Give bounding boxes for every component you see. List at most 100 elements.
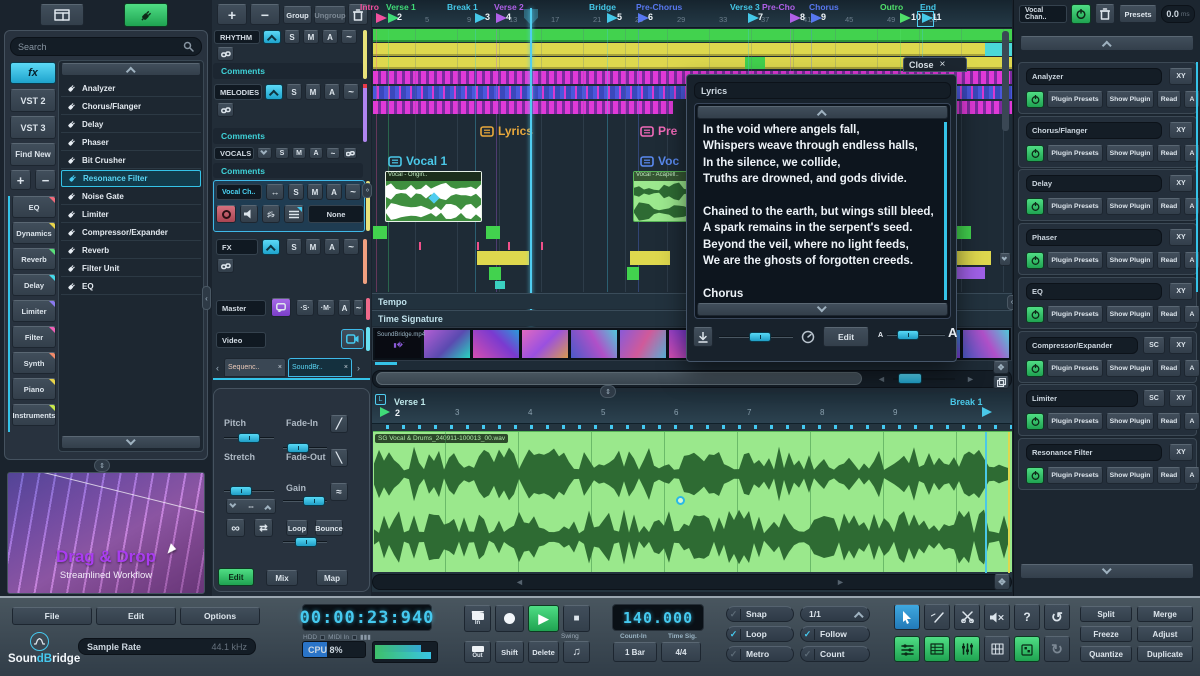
tab-vst2[interactable]: VST 2	[10, 89, 56, 112]
pitch-tools-vocal-ch[interactable]: ♯♭	[262, 205, 280, 223]
fx-name-field[interactable]: Analyzer	[1026, 68, 1162, 85]
lyrics-scroll-speed-slider[interactable]	[719, 332, 793, 342]
automation-master[interactable]: ~	[353, 300, 364, 316]
fx-power-button[interactable]	[1026, 360, 1044, 377]
xy-button[interactable]: XY	[1169, 122, 1193, 139]
merge-button[interactable]: Merge	[1137, 606, 1193, 622]
vocal-clip-selected[interactable]: Vocal - Origin..	[385, 171, 482, 222]
yellow-clip[interactable]	[630, 251, 670, 265]
xy-button[interactable]: XY	[1169, 175, 1193, 192]
collapse-fx-button[interactable]	[262, 239, 280, 255]
video-thumbnail[interactable]	[521, 329, 569, 359]
yellow-clip[interactable]	[957, 251, 991, 265]
vscroll-down-button[interactable]	[999, 253, 1011, 266]
lyrics-speed-icon[interactable]	[801, 330, 815, 344]
plugin-presets-button[interactable]: Plugin Presets	[1047, 91, 1103, 108]
fx-name-field[interactable]: Delay	[1026, 175, 1162, 192]
plugin-presets-button[interactable]: Plugin Presets	[1047, 252, 1103, 269]
video-thumbnail[interactable]	[472, 329, 520, 359]
comment-label-voc[interactable]: Voc	[640, 154, 679, 168]
clip-row-green[interactable]	[373, 29, 1012, 42]
track-name-fx[interactable]: FX	[216, 239, 258, 255]
tab-vst3[interactable]: VST 3	[10, 116, 56, 139]
category-reverb[interactable]: Reverb	[12, 248, 56, 270]
link-vocals[interactable]	[343, 148, 357, 159]
automation-a-button[interactable]: A	[1184, 306, 1200, 323]
lyrics-title-bar[interactable]: Lyrics	[694, 82, 951, 99]
remove-plugin-button[interactable]: −	[35, 170, 56, 190]
count-toggle[interactable]: ✓Count	[800, 646, 870, 662]
find-new-button[interactable]: Find New	[10, 143, 56, 166]
marker-flag[interactable]	[900, 13, 911, 23]
read-button[interactable]: Read	[1157, 252, 1181, 269]
plugin-presets-button[interactable]: Plugin Presets	[1047, 198, 1103, 215]
undo-button[interactable]: ↺	[1044, 604, 1070, 630]
automation-view-button[interactable]	[894, 636, 920, 662]
midi-clip[interactable]	[957, 226, 971, 239]
collapse-rhythm-button[interactable]	[263, 30, 281, 44]
count-in-value[interactable]: 1 Bar	[613, 642, 657, 662]
gain-slider[interactable]	[283, 537, 327, 547]
lyrics-scrollbar[interactable]	[944, 122, 947, 300]
tick-clip[interactable]	[541, 242, 543, 250]
zoom-slider-handle[interactable]	[898, 373, 922, 384]
mute-tool[interactable]	[984, 604, 1010, 630]
close-tab-icon[interactable]: ×	[344, 364, 348, 371]
record-button[interactable]	[495, 605, 524, 632]
strip-scroll-down[interactable]	[1020, 564, 1194, 579]
grid-select[interactable]: 1/1	[800, 606, 870, 622]
plugin-list-scroll-up[interactable]	[61, 63, 201, 76]
show-plugin-button[interactable]: Show Plugin	[1106, 360, 1154, 377]
arm-master[interactable]: A	[338, 300, 351, 316]
automation-fx[interactable]: ~	[343, 239, 359, 255]
record-arm-vocal-ch[interactable]	[216, 205, 236, 223]
fx-slot-compressor-expander[interactable]: Compressor/Expander SC XY Plugin Presets…	[1018, 331, 1197, 383]
wave-pan-button[interactable]: ✥	[994, 574, 1010, 590]
shuffle-button[interactable]: ⇄	[254, 519, 273, 537]
file-menu[interactable]: File	[12, 607, 92, 625]
bounce-button[interactable]: Bounce	[315, 520, 343, 536]
solo-vocals[interactable]: S	[275, 148, 289, 159]
show-plugin-button[interactable]: Show Plugin	[1106, 198, 1154, 215]
automation-rhythm[interactable]: ~	[341, 30, 357, 44]
video-toggle-button[interactable]	[341, 329, 364, 349]
video-thumbnail[interactable]	[619, 329, 667, 359]
plugin-item-resonance-filter[interactable]: Resonance Filter	[61, 170, 201, 187]
stop-button[interactable]: ■	[563, 605, 590, 632]
arm-melodies[interactable]: A	[324, 84, 340, 100]
fx-name-field[interactable]: EQ	[1026, 283, 1162, 300]
fx-power-button[interactable]	[1026, 91, 1044, 108]
read-button[interactable]: Read	[1157, 467, 1181, 484]
fx-power-button[interactable]	[1026, 145, 1044, 162]
freeze-button[interactable]: Freeze	[1080, 626, 1132, 642]
ungroup-button[interactable]: Ungroup	[314, 6, 346, 24]
metronome-note-button[interactable]: ♫	[563, 641, 590, 663]
expand-vocals-button[interactable]	[257, 148, 272, 159]
xy-button[interactable]: XY	[1169, 444, 1193, 461]
tabs-scroll-right[interactable]: ›	[354, 360, 363, 376]
fx-power-button[interactable]	[1026, 467, 1044, 484]
arm-rhythm[interactable]: A	[322, 30, 338, 44]
midi-clip[interactable]	[486, 226, 500, 239]
strip-scrollbar[interactable]	[1196, 62, 1198, 292]
collapse-melodies-button[interactable]	[265, 84, 283, 100]
master-comment-button[interactable]	[271, 298, 291, 317]
time-sig-value[interactable]: 4/4	[661, 642, 701, 662]
arm-fx[interactable]: A	[324, 239, 340, 255]
lyrics-edit-button[interactable]: Edit	[823, 327, 869, 347]
pads-button[interactable]	[984, 636, 1010, 662]
cut-tool[interactable]	[954, 604, 980, 630]
arrangement-scroll-thumb[interactable]	[376, 372, 862, 385]
wave-scrollbar[interactable]	[372, 574, 1012, 590]
plugin-item-analyzer[interactable]: Analyzer	[61, 80, 201, 97]
yellow-clip[interactable]	[477, 251, 529, 265]
marker-flag[interactable]	[376, 13, 387, 23]
mute-rhythm[interactable]: M	[303, 30, 319, 44]
read-button[interactable]: Read	[1157, 360, 1181, 377]
track-name-vocals[interactable]: VOCALS	[214, 147, 254, 160]
tab-mix[interactable]: Mix	[266, 570, 298, 586]
options-menu[interactable]: Options	[180, 607, 260, 625]
close-label[interactable]: Close	[909, 60, 934, 70]
track-name-rhythm[interactable]: RHYTHM	[214, 30, 260, 44]
category-filter[interactable]: Filter	[12, 326, 56, 348]
